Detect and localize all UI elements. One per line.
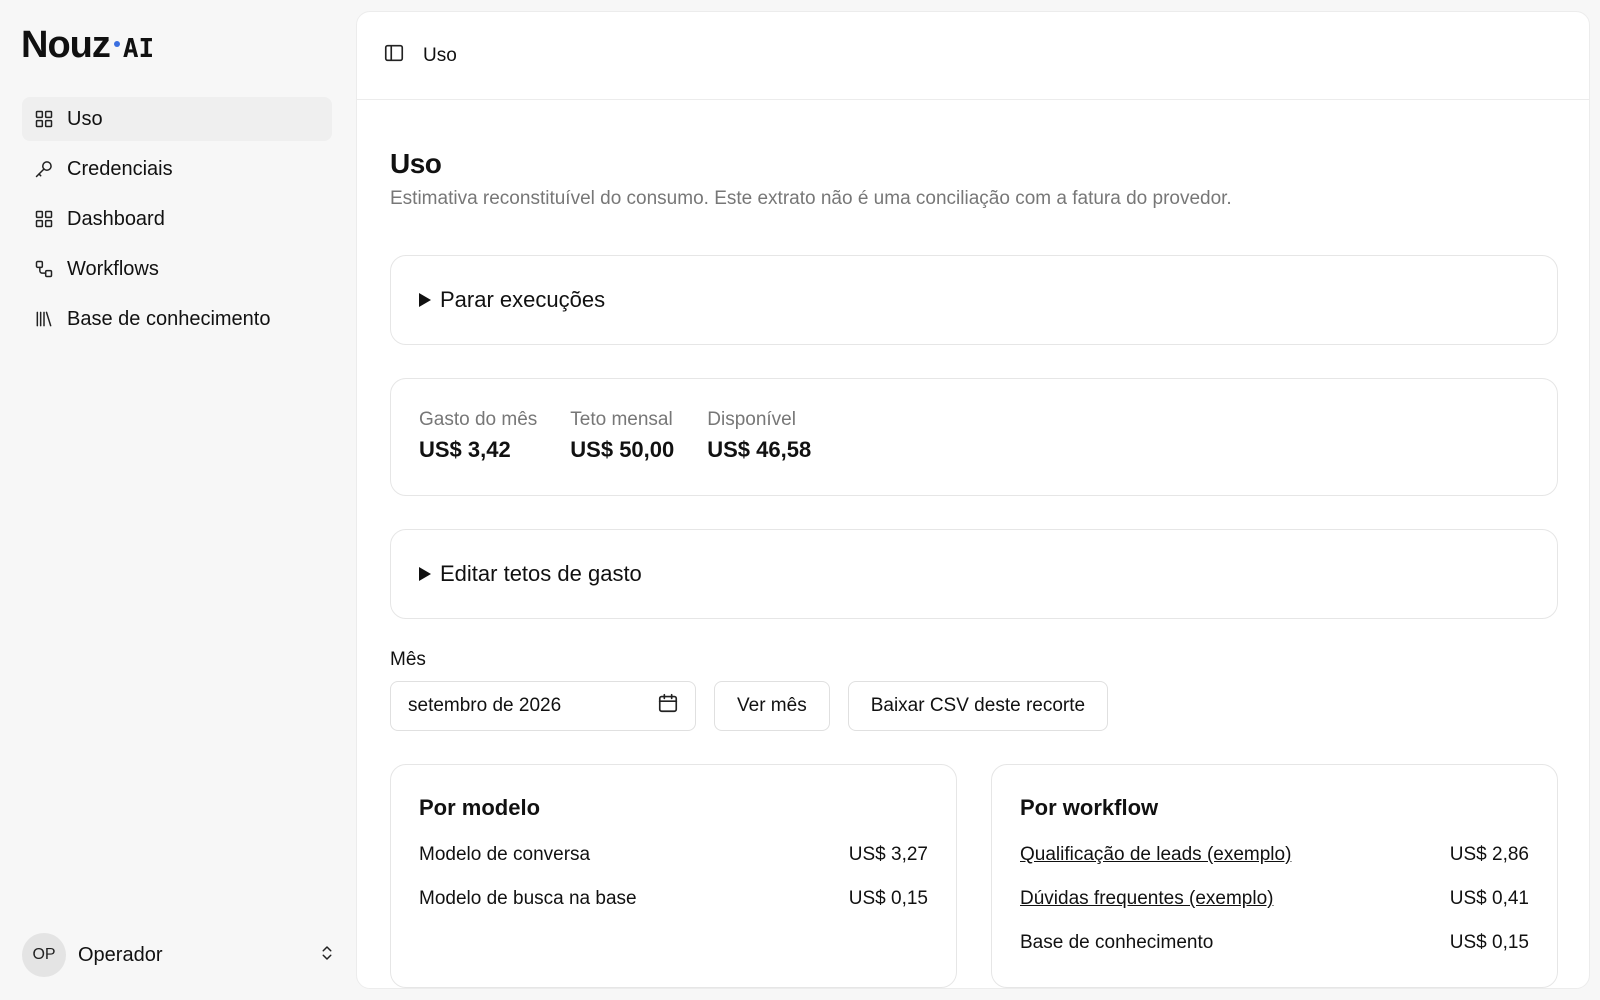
sidebar-item-label: Uso xyxy=(67,107,103,130)
stat-label: Teto mensal xyxy=(570,409,673,430)
disclosure-triangle-icon xyxy=(419,567,431,581)
workflow-icon xyxy=(33,258,55,280)
library-icon xyxy=(33,308,55,330)
stat-label: Disponível xyxy=(707,409,796,430)
row-value: US$ 2,86 xyxy=(1449,844,1529,865)
grid-icon xyxy=(33,108,55,130)
content: Uso Estimativa reconstituível do consumo… xyxy=(390,100,1558,988)
row-value: US$ 0,15 xyxy=(1449,932,1529,953)
list-item: Base de conhecimento US$ 0,15 xyxy=(1020,921,1529,965)
list-item: Modelo de busca na base US$ 0,15 xyxy=(419,877,928,921)
row-name: Modelo de conversa xyxy=(419,844,591,865)
brand-dot xyxy=(113,41,120,47)
brand-suffix: AI xyxy=(122,34,155,64)
by-workflow-panel: Por workflow Qualificação de leads (exem… xyxy=(991,764,1558,988)
disclosure-triangle-icon xyxy=(419,293,431,307)
stop-runs-disclosure[interactable]: Parar execuções xyxy=(390,255,1558,345)
main-panel: Uso Uso Estimativa reconstituível do con… xyxy=(356,11,1590,989)
brand-logo[interactable]: Nouz AI xyxy=(21,24,154,67)
stat-value: US$ 46,58 xyxy=(707,437,812,462)
view-month-button[interactable]: Ver mês xyxy=(714,681,830,731)
sidebar-item-uso[interactable]: Uso xyxy=(22,97,332,141)
sidebar-item-label: Dashboard xyxy=(67,207,165,230)
breadcrumb: Uso xyxy=(423,44,457,66)
user-name: Operador xyxy=(78,943,163,966)
month-input[interactable]: setembro de 2026 xyxy=(390,681,696,731)
row-value: US$ 0,15 xyxy=(848,888,928,909)
key-icon xyxy=(33,158,55,180)
user-menu[interactable]: OP Operador xyxy=(22,932,336,978)
stat-value: US$ 50,00 xyxy=(570,437,675,462)
sidebar-toggle-icon[interactable] xyxy=(383,42,405,69)
grid-icon xyxy=(33,208,55,230)
month-filter: Mês setembro de 2026 Ver mês Baixar CSV … xyxy=(390,649,1558,731)
row-name: Modelo de busca na base xyxy=(419,888,637,909)
stat-available: Disponível US$ 46,58 xyxy=(707,409,811,495)
spend-summary: Gasto do mês US$ 3,42 Teto mensal US$ 50… xyxy=(390,378,1558,496)
sidebar-item-base-de-conhecimento[interactable]: Base de conhecimento xyxy=(22,297,332,341)
month-label: Mês xyxy=(390,649,426,670)
panel-title: Por modelo xyxy=(419,795,541,820)
stop-runs-label: Parar execuções xyxy=(440,287,606,312)
row-name: Base de conhecimento xyxy=(1020,932,1214,953)
month-controls: setembro de 2026 Ver mês Baixar CSV dest… xyxy=(390,681,1558,731)
sidebar-item-label: Base de conhecimento xyxy=(67,307,271,330)
brand-name: Nouz xyxy=(21,24,111,66)
breakdown-grid: Por modelo Modelo de conversa US$ 3,27 M… xyxy=(390,764,1558,988)
workflow-link[interactable]: Dúvidas frequentes (exemplo) xyxy=(1020,888,1273,910)
topbar: Uso xyxy=(357,12,1589,100)
list-item: Dúvidas frequentes (exemplo) US$ 0,41 xyxy=(1020,877,1529,921)
by-model-panel: Por modelo Modelo de conversa US$ 3,27 M… xyxy=(390,764,957,988)
list-item: Modelo de conversa US$ 3,27 xyxy=(419,833,928,877)
sidebar-nav: Uso Credenciais Dashboard Workflows Base… xyxy=(22,97,332,347)
panel-title: Por workflow xyxy=(1020,795,1159,820)
chevrons-up-down-icon xyxy=(318,944,336,967)
sidebar-item-label: Workflows xyxy=(67,257,159,280)
stat-value: US$ 3,42 xyxy=(419,437,511,462)
calendar-icon[interactable] xyxy=(657,692,679,720)
month-input-value: setembro de 2026 xyxy=(408,695,562,716)
page-subtitle: Estimativa reconstituível do consumo. Es… xyxy=(390,188,1232,209)
sidebar-item-dashboard[interactable]: Dashboard xyxy=(22,197,332,241)
sidebar: Nouz AI Uso Credenciais Dashboard Workfl… xyxy=(0,0,356,1000)
download-csv-button[interactable]: Baixar CSV deste recorte xyxy=(847,681,1109,731)
stat-label: Gasto do mês xyxy=(419,409,538,430)
edit-caps-label: Editar tetos de gasto xyxy=(440,561,642,586)
page-title: Uso xyxy=(390,148,442,179)
stat-spent: Gasto do mês US$ 3,42 xyxy=(419,409,537,495)
workflow-link[interactable]: Qualificação de leads (exemplo) xyxy=(1020,844,1291,866)
sidebar-item-credenciais[interactable]: Credenciais xyxy=(22,147,332,191)
list-item: Qualificação de leads (exemplo) US$ 2,86 xyxy=(1020,833,1529,877)
sidebar-item-label: Credenciais xyxy=(67,157,173,180)
row-value: US$ 3,27 xyxy=(848,844,928,865)
edit-caps-disclosure[interactable]: Editar tetos de gasto xyxy=(390,529,1558,619)
avatar: OP xyxy=(22,933,66,977)
row-value: US$ 0,41 xyxy=(1449,888,1529,909)
sidebar-item-workflows[interactable]: Workflows xyxy=(22,247,332,291)
stat-cap: Teto mensal US$ 50,00 xyxy=(570,409,674,495)
